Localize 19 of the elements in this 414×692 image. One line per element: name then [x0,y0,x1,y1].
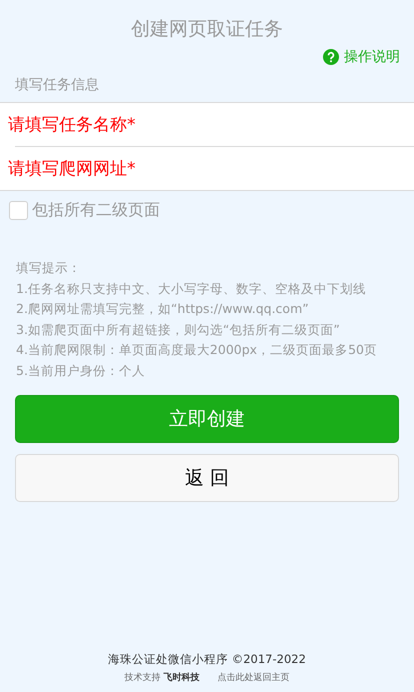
help-link[interactable]: 操作说明 [323,48,400,66]
tip-text: 填写提示： [16,259,82,277]
support-text: 技术支持 飞时科技 [124,671,200,684]
checkbox[interactable] [9,201,28,220]
checkbox-label: 包括所有二级页面 [32,200,160,221]
back-button[interactable]: 返 回 [15,454,399,502]
tip-text: 3.如需爬页面中所有超链接，则勾选“包括所有二级页面” [16,320,341,338]
tip-text: 1.任务名称只支持中文、大小写字母、数字、空格及中下划线 [16,280,367,298]
task-name-field[interactable]: 请填写任务名称* [0,103,414,146]
section-label: 填写任务信息 [14,76,100,95]
tip-text: 5.当前用户身份：个人 [16,362,146,380]
create-button[interactable]: 立即创建 [15,395,399,443]
url-field[interactable]: 请填写爬网网址* [0,147,414,190]
copyright-text: 海珠公证处微信小程序 ©2017-2022 [107,652,307,667]
page-title: 创建网页取证任务 [130,17,284,42]
tip-text: 2.爬网网址需填写完整，如“https://www.qq.com” [16,300,310,318]
help-icon [323,49,339,65]
tip-text: 4.当前爬网限制：单页面高度最大2000px，二级页面最多50页 [16,341,378,359]
home-link[interactable]: 点击此处返回主页 [217,671,290,684]
